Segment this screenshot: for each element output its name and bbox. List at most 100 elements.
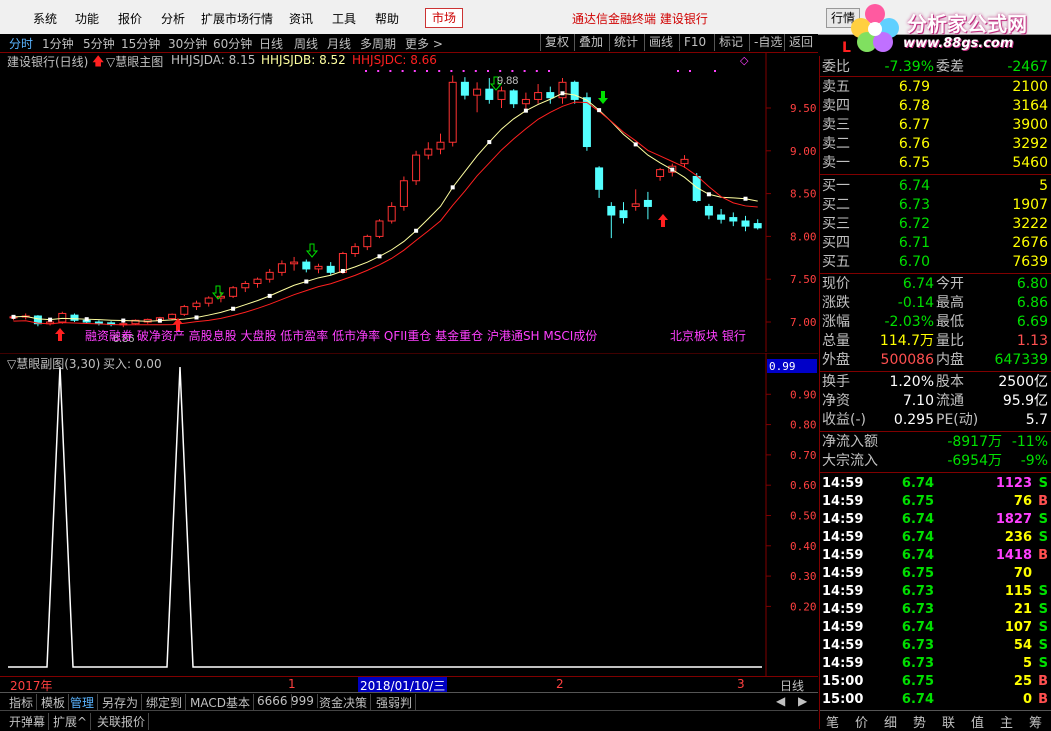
period-15min[interactable]: 15分钟 [121, 35, 160, 52]
tab-strength[interactable]: 强弱判 [373, 694, 417, 711]
stat-value: 500086 [880, 352, 934, 368]
ad-text[interactable]: 通达信金融终端 建设银行 [572, 10, 708, 27]
bid-price: 6.74 [898, 178, 930, 194]
candle-down [94, 321, 103, 324]
ask-row[interactable]: 卖三 6.77 3900 [822, 116, 1050, 134]
hhjsjdc-value: HHJSJDC: 8.66 [352, 53, 437, 67]
period-monthly[interactable]: 月线 [327, 35, 351, 52]
signal-dots [365, 70, 716, 72]
candle-up [229, 287, 238, 297]
tick-time: 14:59 [822, 638, 864, 653]
stat-value: 6.69 [1016, 314, 1048, 330]
tab-template[interactable]: 模板 [38, 694, 70, 711]
bid-row[interactable]: 买三 6.72 3222 [822, 215, 1050, 233]
flow-pct: -11% [1011, 434, 1048, 450]
quote-tab-item[interactable]: 细 [884, 712, 897, 731]
menu-ext-market[interactable]: 扩展市场行情 [201, 10, 273, 27]
menu-analysis[interactable]: 分析 [161, 10, 185, 27]
weibi-row: 委比 -7.39% 委差 -2467 [822, 58, 1050, 76]
hhjsjdb-value: HHJSJDB: 8.52 [261, 53, 346, 67]
tab-bind-to[interactable]: 绑定到 [143, 694, 187, 711]
scroll-left-icon[interactable]: ◀ [776, 694, 785, 708]
tick-volume: 107 [1004, 620, 1032, 635]
quote-tab-item[interactable]: 筹 [1029, 712, 1042, 731]
market-tab[interactable]: 市场 [425, 8, 463, 28]
period-30min[interactable]: 30分钟 [168, 35, 207, 52]
tick-volume: 1123 [995, 476, 1032, 491]
quote-tab-item[interactable]: 主 [1000, 712, 1013, 731]
signal-dot [401, 70, 404, 72]
menu-system[interactable]: 系统 [33, 10, 57, 27]
ask-row[interactable]: 卖五 6.79 2100 [822, 78, 1050, 96]
menu-help[interactable]: 帮助 [375, 10, 399, 27]
menu-function[interactable]: 功能 [75, 10, 99, 27]
period-multi[interactable]: 多周期 [360, 35, 396, 52]
menu-tools[interactable]: 工具 [332, 10, 356, 27]
tool-draw[interactable]: 画线 [644, 34, 677, 51]
tool-mark[interactable]: 标记 [714, 34, 747, 51]
tab-macd[interactable]: MACD基本 [187, 694, 254, 711]
sub-indicator-name[interactable]: ▽慧眼副图(3,30) [7, 355, 100, 372]
tool-back[interactable]: 返回 [784, 34, 817, 51]
main-indicator-name[interactable]: ▽慧眼主图 [106, 53, 163, 70]
expand-button[interactable]: 扩展^ [50, 713, 92, 730]
ytick-label: 7.50 [790, 273, 817, 286]
tool-overlay[interactable]: 叠加 [574, 34, 607, 51]
period-60min[interactable]: 60分钟 [213, 35, 252, 52]
signal-dot [689, 70, 691, 72]
hhjsjda-value: HHJSJDA: 8.15 [171, 53, 256, 67]
tool-restore-right[interactable]: 复权 [540, 34, 573, 51]
bid-row[interactable]: 买一 6.74 5 [822, 177, 1050, 195]
period-timeshare[interactable]: 分时 [9, 35, 33, 52]
flower-logo-icon [851, 4, 899, 52]
tick-time: 14:59 [822, 476, 864, 491]
quote-tab-item[interactable]: 值 [971, 712, 984, 731]
sub-indicator-chart[interactable]: 0.90 0.80 0.70 0.60 0.50 0.40 0.30 0.20 0.99 [0, 353, 818, 676]
bid-row[interactable]: 买五 6.70 7639 [822, 253, 1050, 271]
fund-label: 流通 [936, 393, 964, 409]
period-daily[interactable]: 日线 [259, 35, 283, 52]
tab-indicator[interactable]: 指标 [6, 694, 38, 711]
menu-quote[interactable]: 报价 [118, 10, 142, 27]
danmaku-button[interactable]: 开弹幕 [6, 713, 50, 730]
scroll-right-icon[interactable]: ▶ [798, 694, 807, 708]
quote-tab-item[interactable]: 价 [855, 712, 868, 731]
bid-row[interactable]: 买四 6.71 2676 [822, 234, 1050, 252]
tick-price: 6.74 [901, 530, 934, 545]
ask-row[interactable]: 卖二 6.76 3292 [822, 135, 1050, 153]
fund-label: 股本 [936, 374, 964, 390]
tool-f10[interactable]: F10 [679, 34, 710, 51]
sub-yaxis: 0.90 0.80 0.70 0.60 0.50 0.40 0.30 0.20 [766, 388, 817, 613]
tick-volume: 1827 [995, 512, 1032, 527]
quote-tab-item[interactable]: 联 [942, 712, 955, 731]
tick-side: S [1038, 476, 1048, 491]
buy-arrow-icon [658, 214, 668, 227]
tick-row: 15:00 6.75 25 B [822, 673, 1050, 691]
ask-row[interactable]: 卖四 6.78 3164 [822, 97, 1050, 115]
quote-tab-item[interactable]: 笔 [826, 712, 839, 731]
main-kline-chart[interactable]: 9.509.008.508.007.507.00 9.88 6.86 ◇ [0, 52, 818, 352]
tab-6666[interactable]: 6666 [254, 694, 292, 708]
tool-watchlist[interactable]: -自选 [749, 34, 786, 51]
ask-row[interactable]: 卖一 6.75 5460 [822, 154, 1050, 172]
fund-value: 5.7 [1025, 412, 1048, 428]
tab-999[interactable]: 999 [288, 694, 318, 708]
ma-dot [304, 279, 309, 284]
tick-side: S [1038, 530, 1048, 545]
ma-dot [414, 228, 419, 233]
period-weekly[interactable]: 周线 [294, 35, 318, 52]
period-1min[interactable]: 1分钟 [42, 35, 74, 52]
tab-fund-decision[interactable]: 资金决策 [316, 694, 372, 711]
bid-volume: 1907 [1012, 197, 1048, 213]
tool-stats[interactable]: 统计 [609, 34, 642, 51]
bid-row[interactable]: 买二 6.73 1907 [822, 196, 1050, 214]
period-more[interactable]: 更多 > [405, 35, 443, 52]
related-quote-button[interactable]: 关联报价 [94, 713, 150, 730]
sub-buy-value: 买入: 0.00 [103, 357, 162, 371]
tab-save-as[interactable]: 另存为 [99, 694, 143, 711]
period-5min[interactable]: 5分钟 [83, 35, 115, 52]
quote-tab-item[interactable]: 势 [913, 712, 926, 731]
tab-manage[interactable]: 管理 [67, 694, 99, 711]
menu-news[interactable]: 资讯 [289, 10, 313, 27]
signal-dot [548, 70, 550, 72]
